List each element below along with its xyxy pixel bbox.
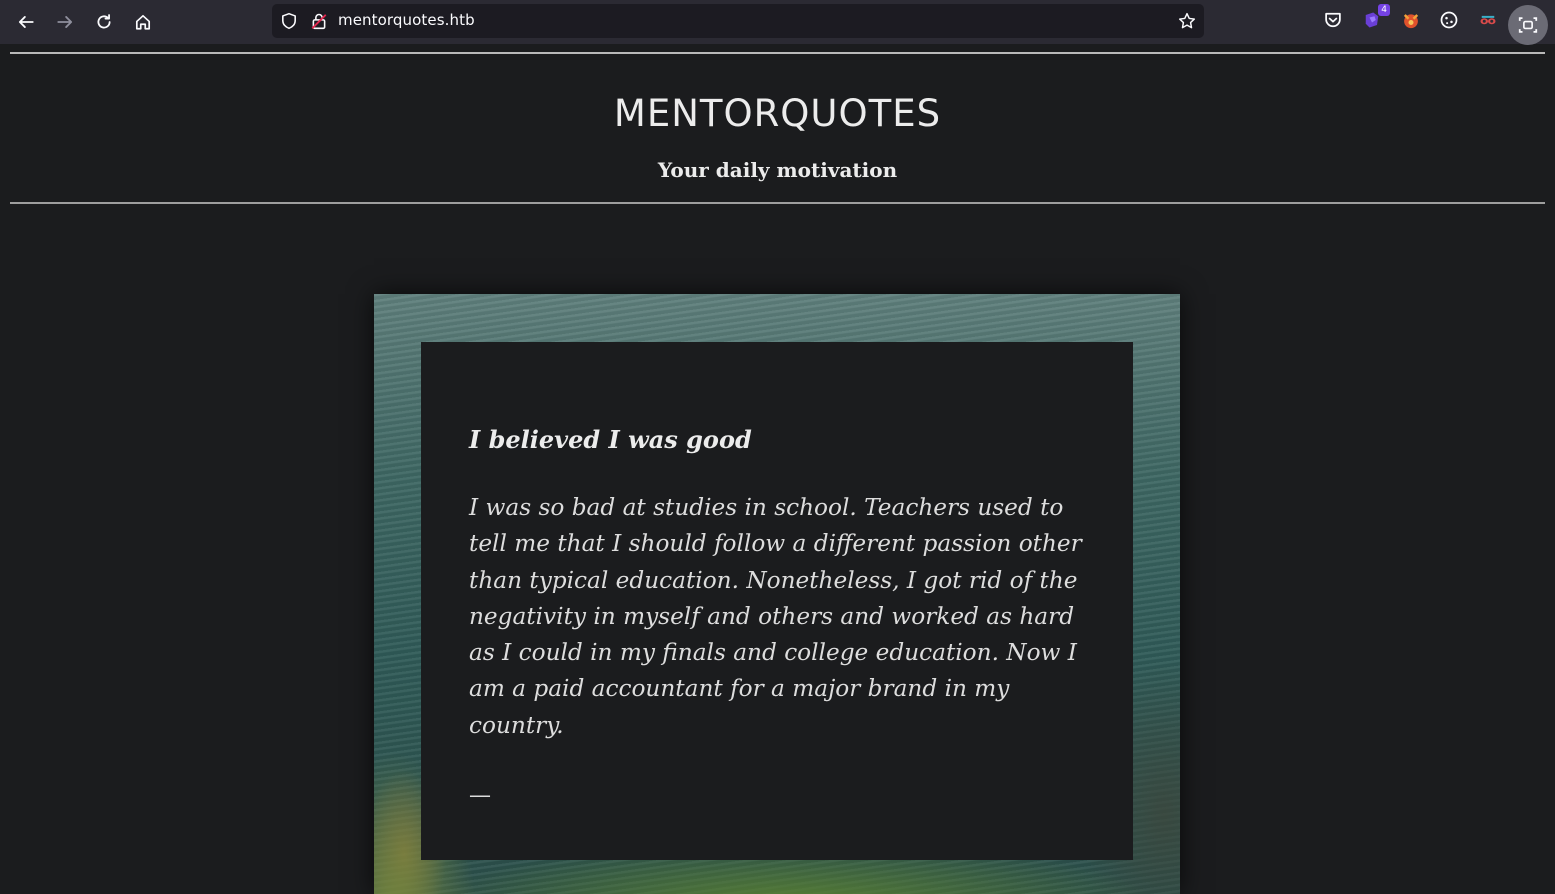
forward-button[interactable] [51,8,79,36]
browser-toolbar: mentorquotes.htb 4 [0,0,1555,45]
quote-card: I believed I was good I was so bad at st… [421,342,1133,860]
top-divider [10,52,1545,54]
mask-extension-icon[interactable] [1476,8,1500,32]
quote-card-background-image: I believed I was good I was so bad at st… [374,294,1180,894]
site-subtitle: Your daily motivation [657,158,898,182]
quote-author: — [469,783,491,809]
extension-badge: 4 [1378,4,1390,16]
home-icon [135,14,151,30]
header-divider [10,202,1545,204]
purple-extension-icon[interactable]: 4 [1360,4,1390,32]
pocket-icon[interactable] [1321,8,1345,32]
fox-extension-icon[interactable] [1399,8,1423,32]
back-button[interactable] [12,8,40,36]
profile-button[interactable] [1508,5,1548,45]
reload-button[interactable] [90,8,118,36]
home-button[interactable] [129,8,157,36]
quote-title: I believed I was good [469,425,752,454]
address-bar[interactable]: mentorquotes.htb [272,4,1204,38]
shield-icon[interactable] [280,12,298,30]
lock-icon[interactable] [310,12,328,30]
quote-text: I was so bad at studies in school. Teach… [469,494,1082,739]
star-icon[interactable] [1178,12,1196,30]
arrow-right-icon [57,16,73,28]
cookie-icon[interactable] [1437,8,1461,32]
url-text[interactable]: mentorquotes.htb [338,11,475,29]
reload-icon [97,14,111,29]
arrow-left-icon [18,16,34,28]
screenshot-icon [1518,17,1538,33]
site-title: MENTORQUOTES [613,92,942,135]
